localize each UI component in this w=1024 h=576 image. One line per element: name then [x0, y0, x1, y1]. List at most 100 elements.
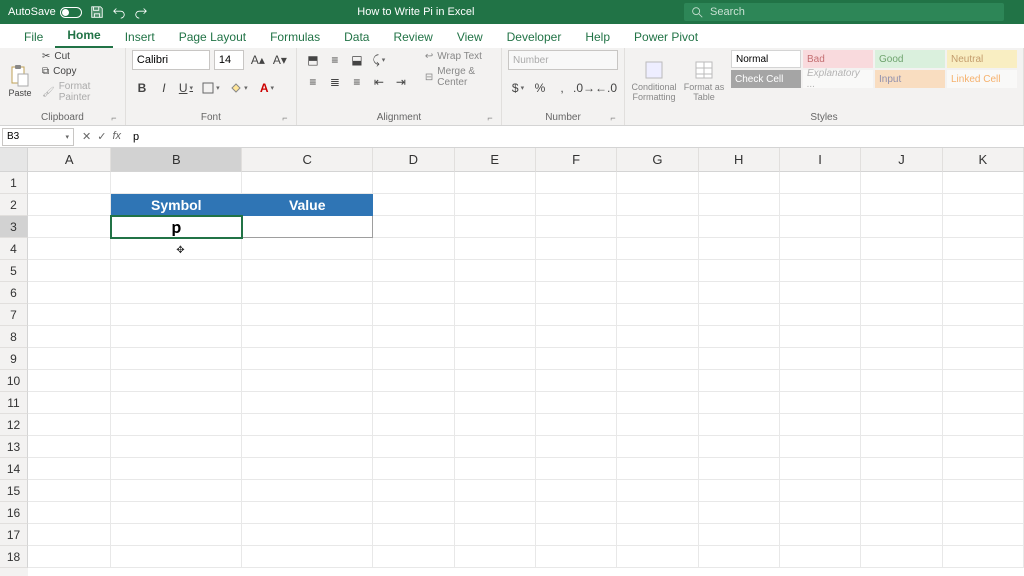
- cell-A9[interactable]: [28, 348, 111, 370]
- cell-H8[interactable]: [699, 326, 780, 348]
- shrink-font-button[interactable]: A▾: [270, 50, 290, 70]
- cell-B2[interactable]: Symbol: [111, 194, 242, 216]
- cell-I18[interactable]: [780, 546, 861, 568]
- comma-format-button[interactable]: ,: [552, 78, 572, 98]
- cell-G8[interactable]: [617, 326, 698, 348]
- cell-C3[interactable]: [242, 216, 373, 238]
- cell-K16[interactable]: [943, 502, 1024, 524]
- cell-B15[interactable]: [111, 480, 242, 502]
- tab-review[interactable]: Review: [381, 26, 444, 48]
- cell-K9[interactable]: [943, 348, 1024, 370]
- align-right-button[interactable]: ≡: [347, 72, 367, 92]
- cell-K17[interactable]: [943, 524, 1024, 546]
- cell-C14[interactable]: [242, 458, 373, 480]
- cell-J8[interactable]: [861, 326, 942, 348]
- cell-I8[interactable]: [780, 326, 861, 348]
- cell-H7[interactable]: [699, 304, 780, 326]
- cell-F17[interactable]: [536, 524, 617, 546]
- cell-D11[interactable]: [373, 392, 454, 414]
- cell-A15[interactable]: [28, 480, 111, 502]
- bold-button[interactable]: B: [132, 78, 152, 98]
- cell-E1[interactable]: [455, 172, 536, 194]
- cell-B16[interactable]: [111, 502, 242, 524]
- cell-K11[interactable]: [943, 392, 1024, 414]
- cell-A3[interactable]: [28, 216, 111, 238]
- cell-B8[interactable]: [111, 326, 242, 348]
- row-header-6[interactable]: 6: [0, 282, 28, 304]
- cell-D4[interactable]: [373, 238, 454, 260]
- cell-K3[interactable]: [943, 216, 1024, 238]
- cell-D8[interactable]: [373, 326, 454, 348]
- cell-F3[interactable]: [536, 216, 617, 238]
- cell-J14[interactable]: [861, 458, 942, 480]
- cell-I11[interactable]: [780, 392, 861, 414]
- cell-K18[interactable]: [943, 546, 1024, 568]
- cell-B10[interactable]: [111, 370, 242, 392]
- align-top-button[interactable]: ⬒: [303, 50, 323, 70]
- align-left-button[interactable]: ≡: [303, 72, 323, 92]
- number-format-select[interactable]: Number: [508, 50, 618, 70]
- cell-D6[interactable]: [373, 282, 454, 304]
- cell-G5[interactable]: [617, 260, 698, 282]
- cell-F2[interactable]: [536, 194, 617, 216]
- cell-F11[interactable]: [536, 392, 617, 414]
- increase-indent-button[interactable]: ⇥: [391, 72, 411, 92]
- cell-E15[interactable]: [455, 480, 536, 502]
- cell-D1[interactable]: [373, 172, 454, 194]
- cell-G1[interactable]: [617, 172, 698, 194]
- cell-C8[interactable]: [242, 326, 373, 348]
- cell-A6[interactable]: [28, 282, 111, 304]
- cell-F18[interactable]: [536, 546, 617, 568]
- cell-B7[interactable]: [111, 304, 242, 326]
- cell-I5[interactable]: [780, 260, 861, 282]
- cell-G16[interactable]: [617, 502, 698, 524]
- cell-K15[interactable]: [943, 480, 1024, 502]
- cell-G13[interactable]: [617, 436, 698, 458]
- cell-H13[interactable]: [699, 436, 780, 458]
- select-all-corner[interactable]: [0, 148, 28, 172]
- cell-C2[interactable]: Value: [242, 194, 373, 216]
- cell-B18[interactable]: [111, 546, 242, 568]
- style-bad[interactable]: Bad: [803, 50, 873, 68]
- cell-F16[interactable]: [536, 502, 617, 524]
- cell-E4[interactable]: [455, 238, 536, 260]
- cell-I9[interactable]: [780, 348, 861, 370]
- dialog-launcher-icon[interactable]: ⌐: [608, 113, 618, 123]
- cell-I3[interactable]: [780, 216, 861, 238]
- style-neutral[interactable]: Neutral: [947, 50, 1017, 68]
- cell-J10[interactable]: [861, 370, 942, 392]
- cell-J16[interactable]: [861, 502, 942, 524]
- cell-D14[interactable]: [373, 458, 454, 480]
- cell-J2[interactable]: [861, 194, 942, 216]
- cell-B11[interactable]: [111, 392, 242, 414]
- style-explanatory[interactable]: Explanatory ...: [803, 70, 873, 88]
- cell-J1[interactable]: [861, 172, 942, 194]
- cell-D9[interactable]: [373, 348, 454, 370]
- cell-B14[interactable]: [111, 458, 242, 480]
- cell-K2[interactable]: [943, 194, 1024, 216]
- font-color-button[interactable]: A: [254, 78, 280, 98]
- cell-I17[interactable]: [780, 524, 861, 546]
- cell-G15[interactable]: [617, 480, 698, 502]
- row-header-10[interactable]: 10: [0, 370, 28, 392]
- row-header-15[interactable]: 15: [0, 480, 28, 502]
- cell-J15[interactable]: [861, 480, 942, 502]
- tab-home[interactable]: Home: [55, 24, 112, 48]
- row-header-11[interactable]: 11: [0, 392, 28, 414]
- cell-A13[interactable]: [28, 436, 111, 458]
- align-middle-button[interactable]: ≡: [325, 50, 345, 70]
- cell-I12[interactable]: [780, 414, 861, 436]
- cell-F7[interactable]: [536, 304, 617, 326]
- cell-F5[interactable]: [536, 260, 617, 282]
- cell-D2[interactable]: [373, 194, 454, 216]
- column-header-B[interactable]: B: [111, 148, 242, 172]
- cell-A10[interactable]: [28, 370, 111, 392]
- tab-formulas[interactable]: Formulas: [258, 26, 332, 48]
- paste-button[interactable]: Paste: [6, 61, 34, 101]
- tab-insert[interactable]: Insert: [113, 26, 167, 48]
- cell-H17[interactable]: [699, 524, 780, 546]
- cell-G4[interactable]: [617, 238, 698, 260]
- row-header-1[interactable]: 1: [0, 172, 28, 194]
- cell-E17[interactable]: [455, 524, 536, 546]
- cell-C9[interactable]: [242, 348, 373, 370]
